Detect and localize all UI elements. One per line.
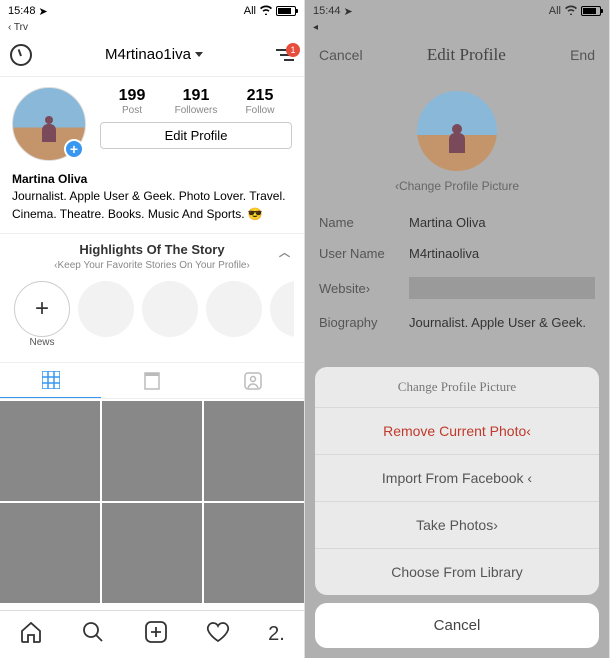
bio-section: Martina Oliva Journalist. Apple User & G…: [0, 171, 304, 233]
photo-thumbnail[interactable]: [204, 503, 304, 603]
photo-thumbnail[interactable]: [102, 401, 202, 501]
highlights-title[interactable]: Highlights Of The Story ︿: [10, 242, 294, 258]
nav-search[interactable]: [81, 620, 105, 650]
wifi-icon: [259, 4, 273, 18]
stats-container: 199 Post 191 Followers 215 Follow Edit P…: [100, 87, 292, 161]
nav-activity[interactable]: [206, 620, 230, 650]
photo-grid: [0, 399, 304, 605]
heart-icon: [206, 620, 230, 644]
sheet-take-photo[interactable]: Take Photos›: [315, 501, 599, 548]
highlights-subtitle: ‹Keep Your Favorite Stories On Your Prof…: [10, 260, 294, 271]
add-story-icon[interactable]: +: [64, 139, 84, 159]
status-time: 15:48: [8, 5, 36, 17]
tab-feed[interactable]: [101, 363, 202, 398]
battery-icon: [581, 6, 601, 16]
nav-profile-count[interactable]: 2.: [268, 623, 285, 646]
nav-home[interactable]: [19, 620, 43, 650]
tab-grid[interactable]: [0, 363, 101, 398]
stat-posts[interactable]: 199 Post: [100, 87, 164, 116]
notification-badge: 1: [286, 43, 300, 57]
status-sub: ◂: [305, 22, 609, 33]
sheet-choose-library[interactable]: Choose From Library: [315, 548, 599, 595]
edit-navbar: Cancel Edit Profile End: [305, 33, 609, 77]
location-icon: ➤: [39, 5, 48, 18]
photo-thumbnail[interactable]: [0, 503, 100, 603]
field-name[interactable]: Name Martina Oliva: [305, 207, 609, 238]
status-sub: ‹ Trv: [0, 22, 304, 33]
action-sheet: Change Profile Picture Remove Current Ph…: [315, 367, 599, 648]
status-right-text: All: [549, 5, 561, 17]
highlight-placeholder: [78, 281, 134, 348]
profile-navbar: M4rtinao1iva 1: [0, 33, 304, 77]
photo-thumbnail[interactable]: [0, 401, 100, 501]
highlight-placeholder: [206, 281, 262, 348]
location-icon: ➤: [344, 5, 353, 18]
archive-icon[interactable]: [10, 44, 32, 66]
chevron-up-icon: ︿: [279, 244, 290, 260]
photo-thumbnail[interactable]: [102, 503, 202, 603]
tab-tagged[interactable]: [203, 363, 304, 398]
sheet-title: Change Profile Picture: [315, 367, 599, 407]
field-username[interactable]: User Name M4rtinaoliva: [305, 238, 609, 269]
cancel-button[interactable]: Cancel: [319, 47, 363, 63]
story-highlights: Highlights Of The Story ︿ ‹Keep Your Fav…: [0, 233, 304, 362]
status-time: 15:44: [313, 5, 341, 17]
tagged-icon: [244, 372, 262, 390]
username-dropdown[interactable]: M4rtinao1iva: [105, 46, 203, 63]
page-title: Edit Profile: [427, 45, 506, 65]
sheet-cancel-button[interactable]: Cancel: [315, 603, 599, 648]
profile-header: + 199 Post 191 Followers 215 Follow Edit…: [0, 77, 304, 171]
status-bar: 15:48 ➤ All: [0, 0, 304, 22]
photo-thumbnail[interactable]: [204, 401, 304, 501]
grid-icon: [42, 371, 60, 389]
new-highlight-button[interactable]: + News: [14, 281, 70, 348]
field-biography[interactable]: Biography Journalist. Apple User & Geek.: [305, 307, 609, 338]
highlight-placeholder: [270, 281, 294, 348]
home-icon: [19, 620, 43, 644]
end-button[interactable]: End: [570, 47, 595, 63]
menu-button[interactable]: 1: [276, 49, 294, 61]
change-picture-link[interactable]: ‹Change Profile Picture: [305, 179, 609, 193]
edit-profile-screen: 15:44 ➤ All ◂ Cancel Edit Profile End ‹C…: [305, 0, 610, 658]
search-icon: [81, 620, 105, 644]
sheet-import-facebook[interactable]: Import From Facebook ‹: [315, 454, 599, 501]
status-bar: 15:44 ➤ All: [305, 0, 609, 22]
avatar-container[interactable]: +: [12, 87, 86, 161]
bio-text: Journalist. Apple User & Geek. Photo Lov…: [12, 188, 292, 223]
bottom-nav: 2.: [0, 610, 304, 658]
status-right-text: All: [244, 5, 256, 17]
highlight-placeholder: [142, 281, 198, 348]
field-website[interactable]: Website›: [305, 269, 609, 307]
wifi-icon: [564, 4, 578, 18]
profile-screen: 15:48 ➤ All ‹ Trv M4rtinao1iva 1 + 199: [0, 0, 305, 658]
stat-followers[interactable]: 191 Followers: [164, 87, 228, 116]
plus-square-icon: [144, 620, 168, 644]
nav-new-post[interactable]: [144, 620, 168, 650]
battery-icon: [276, 6, 296, 16]
stat-following[interactable]: 215 Follow: [228, 87, 292, 116]
display-name: Martina Oliva: [12, 171, 292, 188]
sheet-remove-photo[interactable]: Remove Current Photo‹: [315, 407, 599, 454]
edit-profile-button[interactable]: Edit Profile: [100, 122, 292, 149]
website-input[interactable]: [409, 277, 595, 299]
profile-avatar-large[interactable]: [417, 91, 497, 171]
profile-tabs: [0, 362, 304, 399]
feed-icon: [143, 372, 161, 390]
